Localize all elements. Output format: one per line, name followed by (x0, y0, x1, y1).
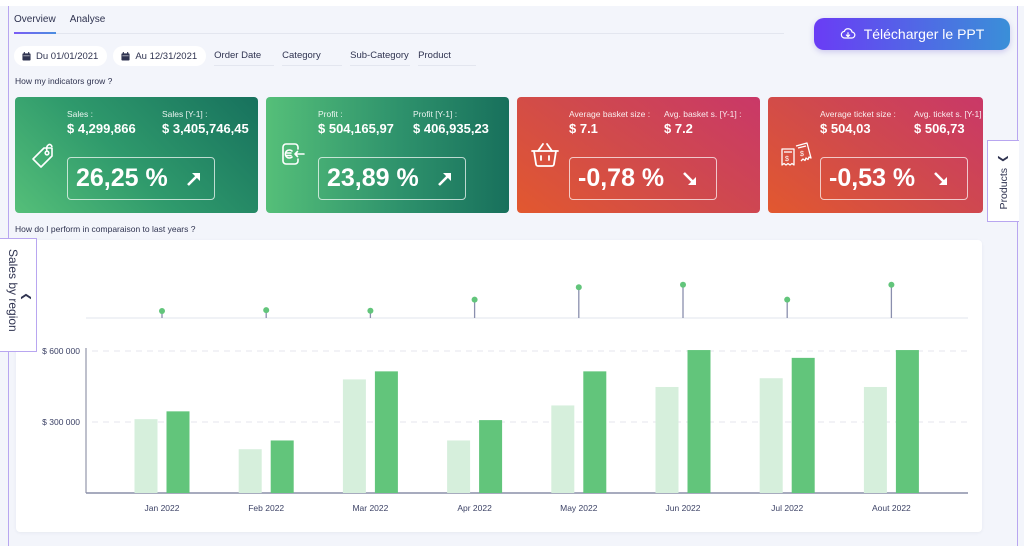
kpi-prev-label: Profit [Y-1] : (413, 109, 458, 119)
kpi-value: $ 504,03 (820, 121, 871, 136)
bar-current-year (374, 371, 398, 493)
bar-previous-year (134, 419, 158, 493)
kpi-prev-value: $ 3,405,746,45 (162, 121, 249, 136)
kpi-value: $ 504,165,97 (318, 121, 394, 136)
kpi-change-box: -0,78 % (569, 157, 717, 200)
kpi-card-basket-size: Average basket size : $ 7.1 Avg. basket … (517, 97, 760, 213)
bar-current-year (270, 440, 294, 493)
comparison-section-title: How do I perform in comparaison to last … (15, 224, 196, 234)
kpi-change-box: 23,89 % (318, 157, 466, 200)
tab-overview[interactable]: Overview (14, 14, 56, 34)
download-ppt-button[interactable]: Télécharger le PPT (814, 18, 1010, 50)
kpi-label: Average basket size : (569, 109, 651, 119)
kpi-card-profit: Profit : $ 504,165,97 Profit [Y-1] : $ 4… (266, 97, 509, 213)
calendar-icon (22, 51, 31, 61)
euro-in-icon (282, 143, 305, 165)
y-tick-label: $ 300 000 (42, 417, 80, 427)
kpi-prev-value: $ 7.2 (664, 121, 693, 136)
filter-bar: Du 01/01/2021 Au 12/31/2021 Order Date C… (14, 46, 484, 66)
date-from-value: Du 01/01/2021 (36, 50, 99, 62)
lollipop-dot (159, 307, 165, 314)
price-tag-icon (32, 143, 53, 168)
chevron-left-icon: ❮ (997, 154, 1009, 163)
bar-current-year (479, 420, 503, 493)
bar-current-year (895, 350, 919, 493)
comparison-chart-card: $ 300 000 $ 600 000 Jan 2022 Feb 2022 Mar 20… (16, 240, 982, 532)
chevron-right-icon: ❯ (20, 292, 32, 301)
kpi-change-box: -0,53 % (820, 157, 968, 200)
lollipop-dot (680, 281, 686, 288)
lollipop-dot (575, 284, 582, 291)
kpi-change: 26,25 % (76, 164, 168, 192)
kpi-card-ticket-size: $ $ Average ticket size : $ 504,03 Avg. … (768, 97, 987, 213)
download-ppt-label: Télécharger le PPT (863, 26, 985, 42)
bar-previous-year (551, 405, 575, 493)
x-tick-label: Jun 2022 (666, 503, 701, 513)
x-tick-label: Mar 2022 (352, 503, 388, 513)
date-from-picker[interactable]: Du 01/01/2021 (14, 46, 108, 66)
kpi-label: Average ticket size : (820, 109, 896, 119)
products-panel-label: Products (997, 167, 1010, 210)
kpi-prev-label: Sales [Y-1] : (162, 109, 208, 119)
sub-category-select[interactable]: Sub-Category (350, 46, 411, 66)
basket-icon (531, 143, 559, 167)
arrow-down-right-icon (683, 171, 697, 185)
lollipop-dot (888, 281, 895, 288)
bar-previous-year (759, 378, 783, 493)
bar-current-year (791, 357, 815, 493)
kpi-change: -0,78 % (578, 164, 665, 192)
product-select[interactable]: Product (418, 46, 477, 66)
order-date-select[interactable]: Order Date (214, 46, 275, 66)
x-tick-label: May 2022 (560, 503, 598, 513)
sales-by-region-side-panel-toggle[interactable]: Sales by region ❯ (0, 238, 37, 352)
calendar-icon (121, 51, 130, 61)
bar-previous-year (655, 386, 679, 493)
lollipop-dot (471, 296, 478, 303)
kpi-change: -0,53 % (829, 164, 916, 192)
date-to-value: Au 12/31/2021 (135, 50, 198, 62)
x-tick-label: Feb 2022 (248, 503, 284, 513)
lollipop-dot (367, 307, 374, 314)
indicators-section-title: How my indicators grow ? (15, 76, 113, 86)
bar-previous-year (863, 386, 887, 493)
x-tick-label: Jul 2022 (771, 503, 803, 513)
cloud-download-icon (840, 28, 856, 39)
arrow-down-right-icon (934, 171, 948, 185)
kpi-prev-label: Avg. ticket s. [Y-1] : (914, 109, 987, 119)
kpi-value: $ 7.1 (569, 121, 598, 136)
kpi-prev-label: Avg. basket s. [Y-1] : (664, 109, 742, 119)
svg-text:$: $ (785, 156, 789, 163)
svg-text:$: $ (800, 151, 804, 158)
bar-previous-year (342, 379, 366, 493)
products-side-panel-toggle[interactable]: ❮ Products (987, 140, 1019, 222)
date-to-picker[interactable]: Au 12/31/2021 (113, 46, 207, 66)
kpi-prev-value: $ 506,73 (914, 121, 965, 136)
x-tick-label: Apr 2022 (457, 503, 492, 513)
receipts-icon: $ $ (781, 142, 812, 166)
lollipop-dot (784, 296, 791, 303)
arrow-up-right-icon (437, 172, 451, 186)
arrow-up-right-icon (186, 172, 200, 186)
tab-analyse[interactable]: Analyse (70, 14, 106, 33)
lollipop-dot (263, 307, 270, 314)
sales-by-region-label: Sales by region (6, 249, 20, 332)
kpi-change-box: 26,25 % (67, 157, 215, 200)
bar-previous-year (447, 440, 471, 493)
kpi-label: Profit : (318, 109, 343, 119)
kpi-value: $ 4,299,866 (67, 121, 136, 136)
bar-current-year (687, 350, 711, 493)
tab-bar: Overview Analyse (14, 14, 784, 34)
bar-previous-year (238, 449, 262, 493)
x-tick-label: Jan 2022 (145, 503, 180, 513)
y-tick-label: $ 600 000 (42, 346, 80, 356)
kpi-card-sales: Sales : $ 4,299,866 Sales [Y-1] : $ 3,40… (15, 97, 258, 213)
x-tick-label: Aout 2022 (872, 503, 911, 513)
bar-current-year (166, 411, 190, 493)
bar-current-year (583, 371, 607, 493)
kpi-label: Sales : (67, 109, 93, 119)
comparison-chart: $ 300 000 $ 600 000 Jan 2022 Feb 2022 Mar 20… (42, 281, 968, 513)
kpi-change: 23,89 % (327, 164, 419, 192)
category-select[interactable]: Category (282, 46, 343, 66)
kpi-prev-value: $ 406,935,23 (413, 121, 489, 136)
